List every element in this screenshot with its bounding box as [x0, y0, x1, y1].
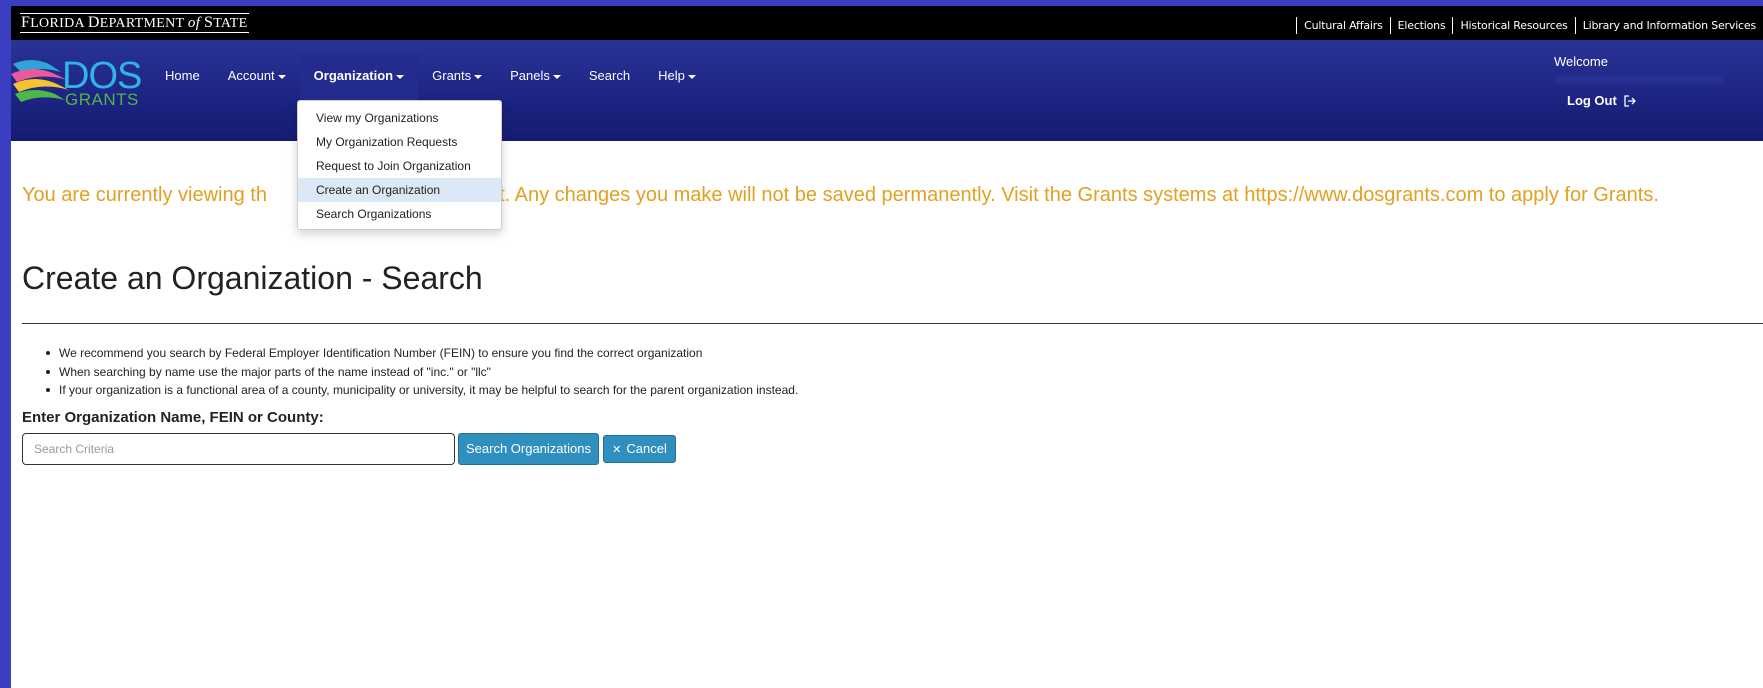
logout-label: Log Out — [1567, 93, 1617, 108]
menu-item-organization-requests[interactable]: My Organization Requests — [298, 130, 501, 154]
notice-text-left: You are currently viewing th — [22, 184, 267, 206]
tip-item: If your organization is a functional are… — [37, 381, 798, 400]
username-redacted — [1554, 76, 1724, 84]
link-library-information[interactable]: Library and Information Services — [1574, 16, 1763, 34]
nav-panels[interactable]: Panels — [496, 54, 575, 100]
link-elections[interactable]: Elections — [1389, 16, 1453, 34]
welcome-text: Welcome — [1554, 54, 1608, 69]
nav-label: Home — [165, 68, 200, 83]
logo-text: LORIDA — [30, 16, 88, 31]
link-historical-resources[interactable]: Historical Resources — [1452, 16, 1574, 34]
logo-text: TATE — [213, 16, 248, 31]
logo-letter: D — [87, 14, 100, 31]
caret-down-icon — [552, 74, 561, 79]
nav-menu: Home Account Organization Grants Panels … — [151, 54, 710, 100]
nav-home[interactable]: Home — [151, 54, 214, 100]
nav-help[interactable]: Help — [644, 54, 710, 100]
caret-down-icon — [396, 74, 405, 79]
main-navbar: DOS GRANTS Home Account Organization Gra… — [11, 40, 1763, 141]
sign-out-icon — [1624, 95, 1637, 110]
notice-text-right: nt. Any changes you make will not be sav… — [487, 184, 1659, 206]
caret-down-icon — [687, 74, 696, 79]
search-field-label: Enter Organization Name, FEIN or County: — [22, 409, 324, 426]
search-input[interactable] — [22, 433, 455, 465]
close-icon: ✕ — [612, 444, 622, 456]
nav-grants[interactable]: Grants — [418, 54, 496, 100]
organization-dropdown-menu: View my Organizations My Organization Re… — [297, 100, 502, 230]
nav-label: Panels — [510, 68, 550, 83]
caret-down-icon — [277, 74, 286, 79]
link-cultural-affairs[interactable]: Cultural Affairs — [1296, 16, 1390, 34]
logo-grants-text: GRANTS — [65, 90, 139, 109]
state-links: Cultural Affairs Elections Historical Re… — [1296, 16, 1763, 34]
menu-item-search-organizations[interactable]: Search Organizations — [298, 202, 501, 226]
florida-dos-logo[interactable]: FLORIDA DEPARTMENT of STATE — [20, 13, 249, 33]
menu-item-view-organizations[interactable]: View my Organizations — [298, 106, 501, 130]
nav-organization[interactable]: Organization — [299, 54, 419, 100]
page-title: Create an Organization - Search — [22, 260, 483, 296]
logo-text: of — [187, 15, 201, 31]
nav-label: Organization — [313, 68, 394, 83]
state-header-bar: FLORIDA DEPARTMENT of STATE Cultural Aff… — [11, 6, 1763, 40]
menu-item-request-join[interactable]: Request to Join Organization — [298, 154, 501, 178]
logo-text: EPARTMENT — [99, 16, 188, 31]
search-tips-list: We recommend you search by Federal Emplo… — [37, 344, 798, 400]
nav-label: Grants — [432, 68, 472, 83]
nav-search[interactable]: Search — [575, 54, 644, 100]
cancel-label: Cancel — [626, 441, 667, 456]
dos-grants-logo[interactable]: DOS GRANTS — [11, 56, 142, 110]
tip-item: When searching by name use the major par… — [37, 363, 798, 382]
nav-account[interactable]: Account — [214, 54, 300, 100]
nav-label: Help — [658, 68, 685, 83]
training-notice: You are currently viewing th nt. Any chan… — [22, 183, 1752, 207]
nav-label: Search — [588, 68, 631, 83]
tip-item: We recommend you search by Federal Emplo… — [37, 344, 798, 363]
logo-letter: F — [21, 14, 31, 31]
logout-button[interactable]: Log Out — [1567, 93, 1637, 110]
cancel-button[interactable]: ✕ Cancel — [603, 435, 676, 463]
divider — [22, 323, 1763, 324]
search-organizations-button[interactable]: Search Organizations — [458, 433, 599, 465]
nav-label: Account — [227, 68, 275, 83]
menu-item-create-organization[interactable]: Create an Organization — [298, 178, 501, 202]
caret-down-icon — [474, 74, 483, 79]
logo-letter: S — [204, 14, 214, 31]
